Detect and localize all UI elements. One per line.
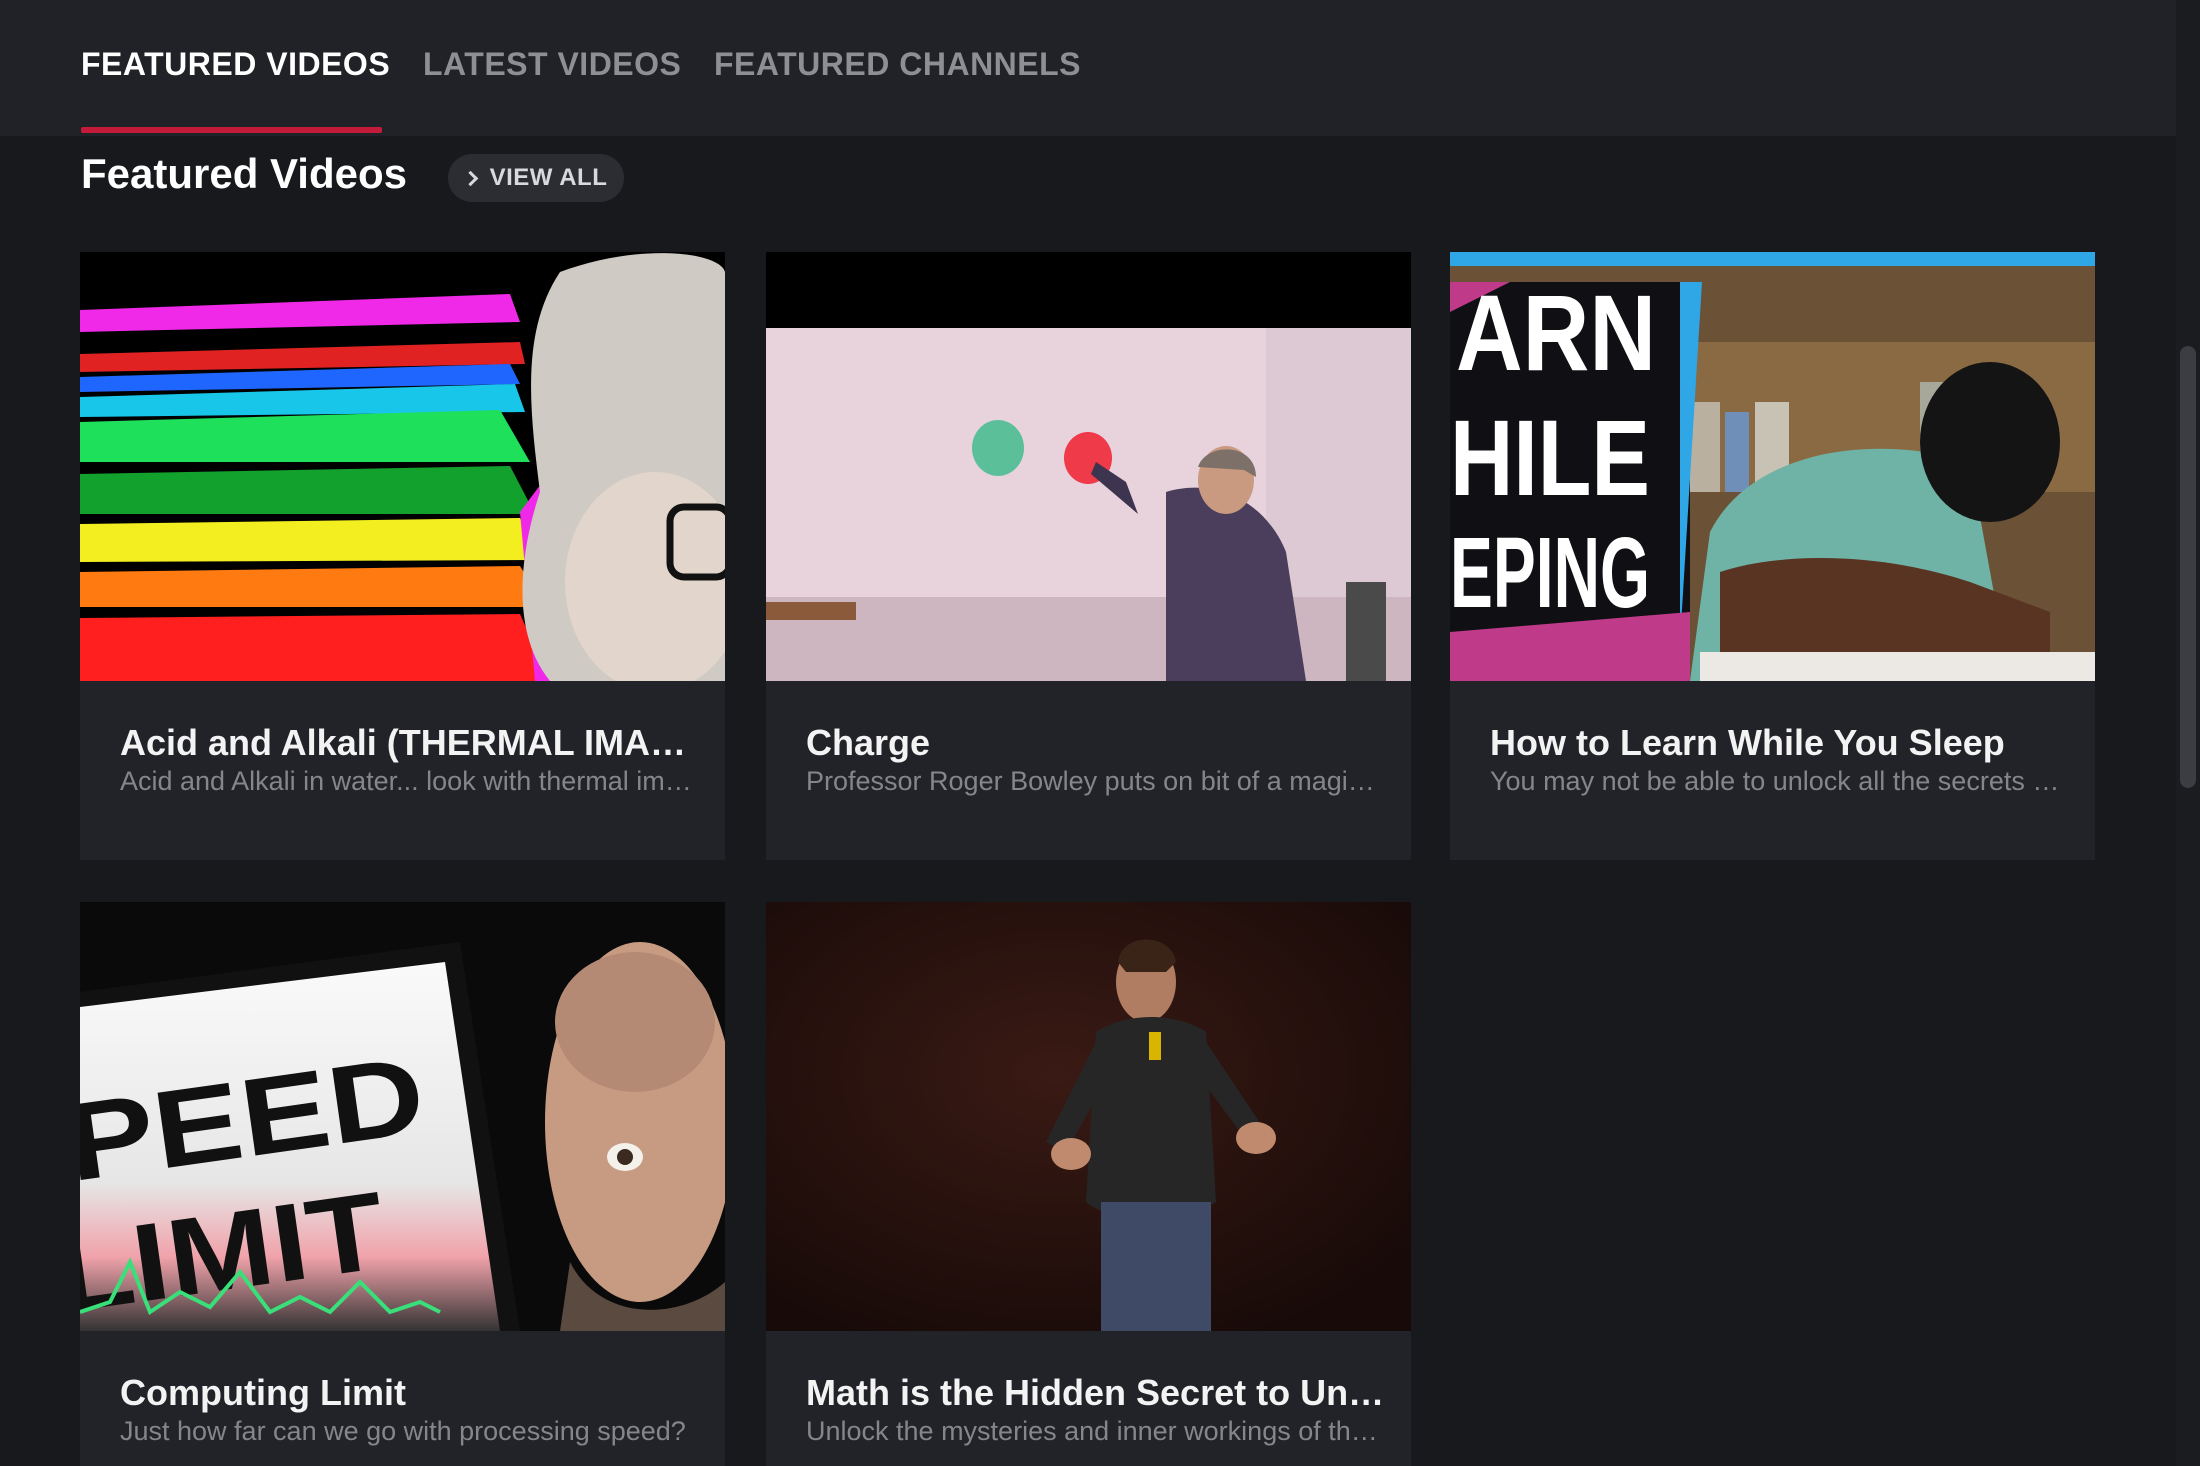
video-title[interactable]: Acid and Alkali (THERMAL IMAGING) bbox=[120, 722, 700, 764]
page: FEATURED VIDEOS LATEST VIDEOS FEATURED C… bbox=[0, 0, 2200, 1466]
chevron-right-icon bbox=[462, 170, 478, 186]
video-card[interactable]: ARN HILE EPING How to Learn While You Sl… bbox=[1450, 252, 2095, 860]
video-card[interactable]: PEED LIMIT Computing Limit Just how far … bbox=[80, 902, 725, 1466]
view-all-button[interactable]: VIEW ALL bbox=[448, 154, 624, 202]
video-card[interactable]: Acid and Alkali (THERMAL IMAGING) Acid a… bbox=[80, 252, 725, 860]
video-card[interactable]: Charge Professor Roger Bowley puts on bi… bbox=[766, 252, 1411, 860]
video-description: You may not be able to unlock all the se… bbox=[1490, 766, 2070, 796]
video-thumbnail[interactable]: ARN HILE EPING bbox=[1450, 252, 2095, 681]
video-title[interactable]: How to Learn While You Sleep bbox=[1490, 722, 2070, 764]
tab-featured-videos[interactable]: FEATURED VIDEOS bbox=[81, 46, 390, 83]
tab-latest-videos[interactable]: LATEST VIDEOS bbox=[423, 46, 681, 83]
video-title[interactable]: Math is the Hidden Secret to Understandi… bbox=[806, 1372, 1386, 1414]
thumbnail-text-line: HILE bbox=[1450, 397, 1650, 518]
video-description: Acid and Alkali in water... look with th… bbox=[120, 766, 700, 796]
section-title: Featured Videos bbox=[81, 150, 407, 197]
video-card[interactable]: Math is the Hidden Secret to Understandi… bbox=[766, 902, 1411, 1466]
thumbnail-text-line: ARN bbox=[1456, 272, 1656, 393]
thumbnail-text-line: EPING bbox=[1450, 517, 1650, 629]
tab-bar: FEATURED VIDEOS LATEST VIDEOS FEATURED C… bbox=[0, 0, 2176, 136]
video-title[interactable]: Computing Limit bbox=[120, 1372, 700, 1414]
video-thumbnail[interactable] bbox=[766, 252, 1411, 681]
active-tab-indicator bbox=[81, 127, 382, 133]
video-description: Just how far can we go with processing s… bbox=[120, 1416, 686, 1446]
video-thumbnail[interactable] bbox=[80, 252, 725, 681]
video-description: Unlock the mysteries and inner workings … bbox=[806, 1416, 1386, 1446]
video-title[interactable]: Charge bbox=[806, 722, 1386, 764]
video-thumbnail[interactable]: PEED LIMIT bbox=[80, 902, 725, 1331]
video-thumbnail[interactable] bbox=[766, 902, 1411, 1331]
tab-featured-channels[interactable]: FEATURED CHANNELS bbox=[714, 46, 1081, 83]
video-description: Professor Roger Bowley puts on bit of a … bbox=[806, 766, 1386, 796]
scrollbar-thumb[interactable] bbox=[2180, 346, 2196, 788]
view-all-label: VIEW ALL bbox=[489, 164, 608, 191]
